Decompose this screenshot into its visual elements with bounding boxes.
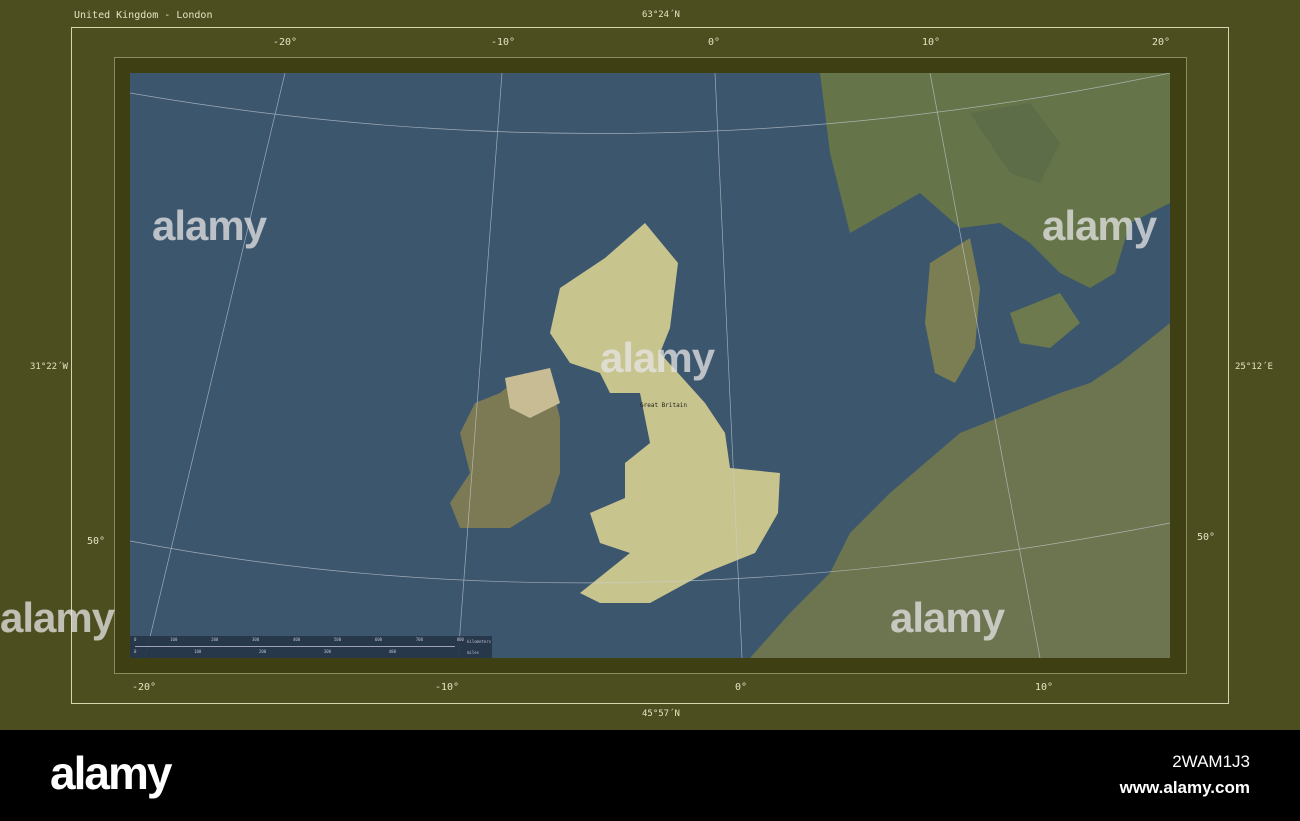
tick-bottom-3: 0° [735,682,748,693]
tick-top-2: -10° [491,37,516,48]
watermark-logo: alamy [890,594,1005,641]
scale-km-8: 800 [456,637,464,642]
tick-right: 50° [1197,532,1216,543]
watermark-logo: alamy [0,594,115,641]
map-title: United Kingdom - London [74,10,213,21]
alamy-logo: alamy [50,747,172,799]
scale-km-unit: kilometers [467,639,492,644]
scale-km-4: 400 [292,637,301,642]
scale-km-7: 700 [415,637,423,642]
tick-bottom-1: -20° [132,682,157,693]
scale-mi-unit: miles [467,650,480,655]
label-great-britain: Great Britain [640,402,687,409]
left-lon-label: 31°22´W [30,362,68,372]
watermark-logo: alamy [1042,202,1157,249]
scale-km-0: 0 [134,637,137,642]
scale-mi-0: 0 [134,649,137,654]
scale-km-5: 500 [333,637,342,642]
tick-bottom-2: -10° [435,682,460,693]
scale-km-3: 300 [252,637,260,642]
alamy-banner: alamy 2WAM1J3 www.alamy.com [0,730,1300,821]
watermark-logo: alamy [600,334,715,381]
tick-left: 50° [87,536,106,547]
scale-mi-4: 400 [388,649,396,654]
scale-km-1: 100 [170,637,178,642]
scale-mi-1: 100 [194,649,202,654]
scale-km-2: 200 [211,637,219,642]
tick-bottom-4: 10° [1035,682,1054,693]
tick-top-3: 0° [708,37,721,48]
scale-bar: 0 100 200 300 400 500 600 700 800 kilometers 0 10… [130,636,492,658]
alamy-url: www.alamy.com [1119,778,1250,797]
bottom-lat-label: 45°57´N [642,709,680,719]
scale-mi-3: 300 [323,649,332,654]
scale-mi-2: 200 [258,649,267,654]
tick-top-4: 10° [922,37,941,48]
image-id: 2WAM1J3 [1172,752,1250,771]
tick-top-1: -20° [273,37,298,48]
scale-km-6: 600 [374,637,383,642]
right-lon-label: 25°12´E [1235,362,1273,372]
tick-top-5: 20° [1152,37,1171,48]
top-lat-label: 63°24´N [642,10,680,20]
watermark-logo: alamy [152,202,267,249]
